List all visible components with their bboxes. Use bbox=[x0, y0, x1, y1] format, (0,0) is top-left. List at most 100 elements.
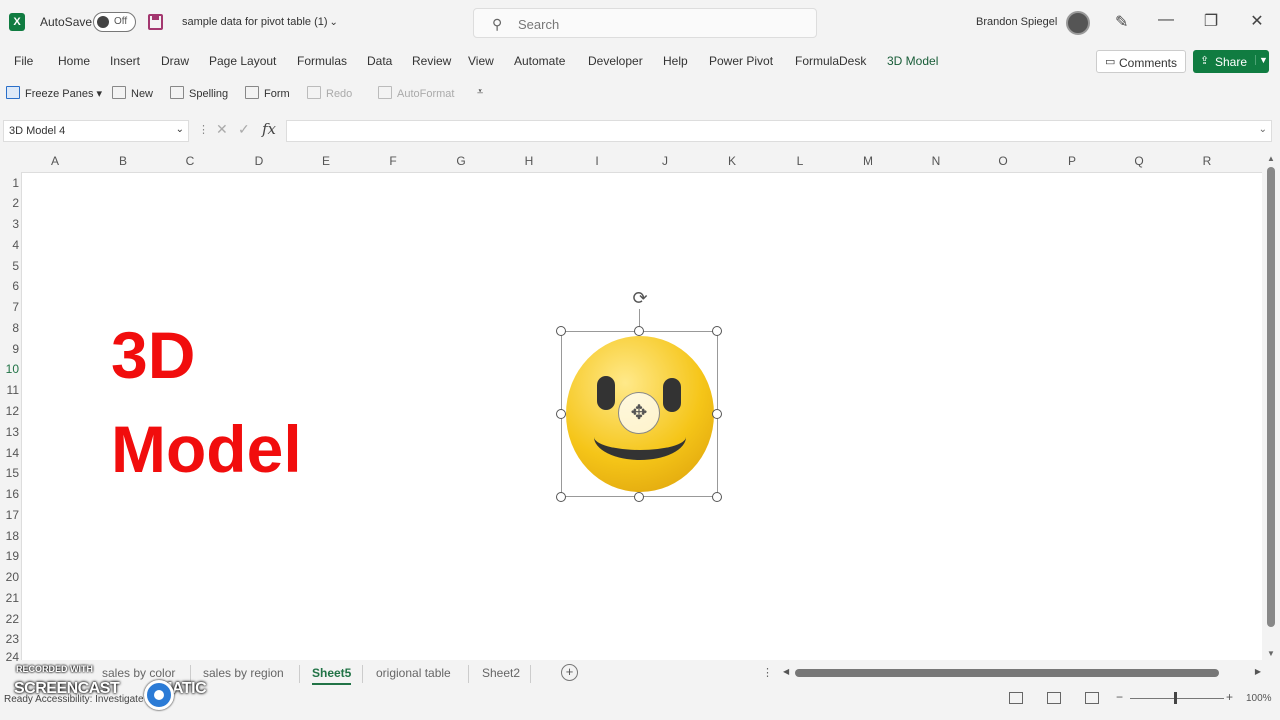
autoformat-button[interactable]: AutoFormat bbox=[378, 86, 454, 100]
more-options-icon[interactable]: ⋮ bbox=[762, 666, 773, 679]
scroll-left-icon[interactable]: ◀ bbox=[783, 667, 789, 676]
row-header[interactable]: 23 bbox=[0, 632, 19, 646]
tab-3d-model[interactable]: 3D Model bbox=[887, 54, 938, 68]
tab-home[interactable]: Home bbox=[58, 54, 90, 68]
comments-button[interactable]: ▭ Comments bbox=[1096, 50, 1186, 73]
column-header[interactable]: A bbox=[45, 154, 65, 168]
tab-data[interactable]: Data bbox=[367, 54, 392, 68]
tab-review[interactable]: Review bbox=[412, 54, 451, 68]
excel-logo-icon[interactable]: X bbox=[9, 13, 25, 31]
row-header[interactable]: 4 bbox=[0, 238, 19, 252]
tab-power-pivot[interactable]: Power Pivot bbox=[709, 54, 773, 68]
column-header[interactable]: P bbox=[1062, 154, 1082, 168]
column-header[interactable]: H bbox=[519, 154, 539, 168]
vertical-scrollbar[interactable]: ▲ ▼ bbox=[1264, 152, 1278, 660]
expand-formula-icon[interactable]: ⌄ bbox=[1259, 124, 1267, 135]
row-header[interactable]: 17 bbox=[0, 508, 19, 522]
tab-formulas[interactable]: Formulas bbox=[297, 54, 347, 68]
resize-handle[interactable] bbox=[556, 326, 566, 336]
add-sheet-icon[interactable]: + bbox=[561, 664, 578, 681]
row-header[interactable]: 7 bbox=[0, 300, 19, 314]
column-header[interactable]: C bbox=[180, 154, 200, 168]
tab-file[interactable]: File bbox=[14, 54, 33, 68]
insert-function-icon[interactable]: fx bbox=[262, 120, 276, 138]
scrollbar-thumb[interactable] bbox=[1267, 167, 1275, 627]
enter-icon[interactable]: ✓ bbox=[238, 121, 250, 138]
name-box[interactable]: 3D Model 4 ⌄ bbox=[3, 120, 189, 142]
row-header[interactable]: 15 bbox=[0, 466, 19, 480]
scroll-right-icon[interactable]: ▶ bbox=[1255, 667, 1261, 676]
3d-rotate-control-icon[interactable]: ✥ bbox=[618, 392, 660, 434]
row-header[interactable]: 13 bbox=[0, 425, 19, 439]
resize-handle[interactable] bbox=[634, 326, 644, 336]
spelling-button[interactable]: Spelling bbox=[170, 86, 228, 100]
row-header[interactable]: 2 bbox=[0, 196, 19, 210]
avatar[interactable] bbox=[1066, 11, 1090, 35]
zoom-in-icon[interactable]: + bbox=[1226, 690, 1233, 704]
row-header[interactable]: 21 bbox=[0, 591, 19, 605]
form-button[interactable]: Form bbox=[245, 86, 290, 100]
row-header[interactable]: 9 bbox=[0, 342, 19, 356]
row-header[interactable]: 5 bbox=[0, 259, 19, 273]
customize-toolbar-icon[interactable]: ⩡ bbox=[477, 86, 483, 99]
column-header[interactable]: B bbox=[113, 154, 133, 168]
zoom-out-icon[interactable]: − bbox=[1116, 690, 1123, 704]
column-header[interactable]: K bbox=[722, 154, 742, 168]
row-header[interactable]: 16 bbox=[0, 487, 19, 501]
scrollbar-thumb[interactable] bbox=[795, 669, 1219, 677]
freeze-panes-button[interactable]: Freeze Panes ▾ bbox=[6, 86, 102, 100]
row-header[interactable]: 6 bbox=[0, 279, 19, 293]
row-header[interactable]: 18 bbox=[0, 529, 19, 543]
chevron-down-icon[interactable]: ⌄ bbox=[176, 124, 184, 135]
row-header-selected[interactable]: 10 bbox=[0, 362, 19, 376]
resize-handle[interactable] bbox=[556, 409, 566, 419]
column-header[interactable]: N bbox=[926, 154, 946, 168]
resize-handle[interactable] bbox=[712, 326, 722, 336]
tab-formuladesk[interactable]: FormulaDesk bbox=[795, 54, 866, 68]
resize-handle[interactable] bbox=[634, 492, 644, 502]
autosave-toggle[interactable]: Off bbox=[93, 12, 136, 32]
row-header[interactable]: 22 bbox=[0, 612, 19, 626]
zoom-slider-thumb[interactable] bbox=[1174, 692, 1177, 704]
search-box[interactable]: ⚲ Search bbox=[473, 8, 817, 38]
column-header[interactable]: F bbox=[383, 154, 403, 168]
row-header[interactable]: 12 bbox=[0, 404, 19, 418]
tab-automate[interactable]: Automate bbox=[514, 54, 565, 68]
column-header[interactable]: R bbox=[1197, 154, 1217, 168]
column-header[interactable]: I bbox=[587, 154, 607, 168]
zoom-slider[interactable] bbox=[1130, 698, 1224, 699]
share-button[interactable]: ⇪ Share ▼ bbox=[1193, 50, 1269, 73]
document-title[interactable]: sample data for pivot table (1) ⌄ bbox=[182, 16, 338, 28]
tab-help[interactable]: Help bbox=[663, 54, 688, 68]
formula-input[interactable]: ⌄ bbox=[286, 120, 1272, 142]
zoom-level[interactable]: 100% bbox=[1246, 693, 1272, 704]
resize-handle[interactable] bbox=[712, 492, 722, 502]
scroll-down-icon[interactable]: ▼ bbox=[1267, 649, 1275, 658]
horizontal-scrollbar[interactable]: ◀ ▶ bbox=[783, 666, 1261, 680]
close-icon[interactable]: ✕ bbox=[1247, 11, 1267, 31]
row-header[interactable]: 14 bbox=[0, 446, 19, 460]
column-header[interactable]: Q bbox=[1129, 154, 1149, 168]
column-header[interactable]: G bbox=[451, 154, 471, 168]
pen-icon[interactable]: ✎ bbox=[1115, 12, 1128, 32]
row-header[interactable]: 11 bbox=[0, 383, 19, 397]
chevron-down-icon[interactable]: ▼ bbox=[1255, 55, 1268, 65]
column-header[interactable]: O bbox=[993, 154, 1013, 168]
page-break-view-icon[interactable] bbox=[1085, 692, 1099, 704]
tab-developer[interactable]: Developer bbox=[588, 54, 643, 68]
tab-page-layout[interactable]: Page Layout bbox=[209, 54, 276, 68]
row-header[interactable]: 19 bbox=[0, 549, 19, 563]
redo-button[interactable]: Redo bbox=[307, 86, 352, 100]
sheet-tab[interactable]: Sheet2 bbox=[482, 666, 520, 680]
row-header[interactable]: 20 bbox=[0, 570, 19, 584]
new-button[interactable]: New bbox=[112, 86, 153, 100]
sheet-tab[interactable]: origional table bbox=[376, 666, 451, 680]
page-layout-view-icon[interactable] bbox=[1047, 692, 1061, 704]
resize-handle[interactable] bbox=[712, 409, 722, 419]
tab-insert[interactable]: Insert bbox=[110, 54, 140, 68]
column-header[interactable]: J bbox=[655, 154, 675, 168]
restore-icon[interactable]: ❐ bbox=[1201, 11, 1221, 31]
resize-handle[interactable] bbox=[556, 492, 566, 502]
row-header[interactable]: 3 bbox=[0, 217, 19, 231]
minimize-icon[interactable]: — bbox=[1156, 11, 1176, 29]
